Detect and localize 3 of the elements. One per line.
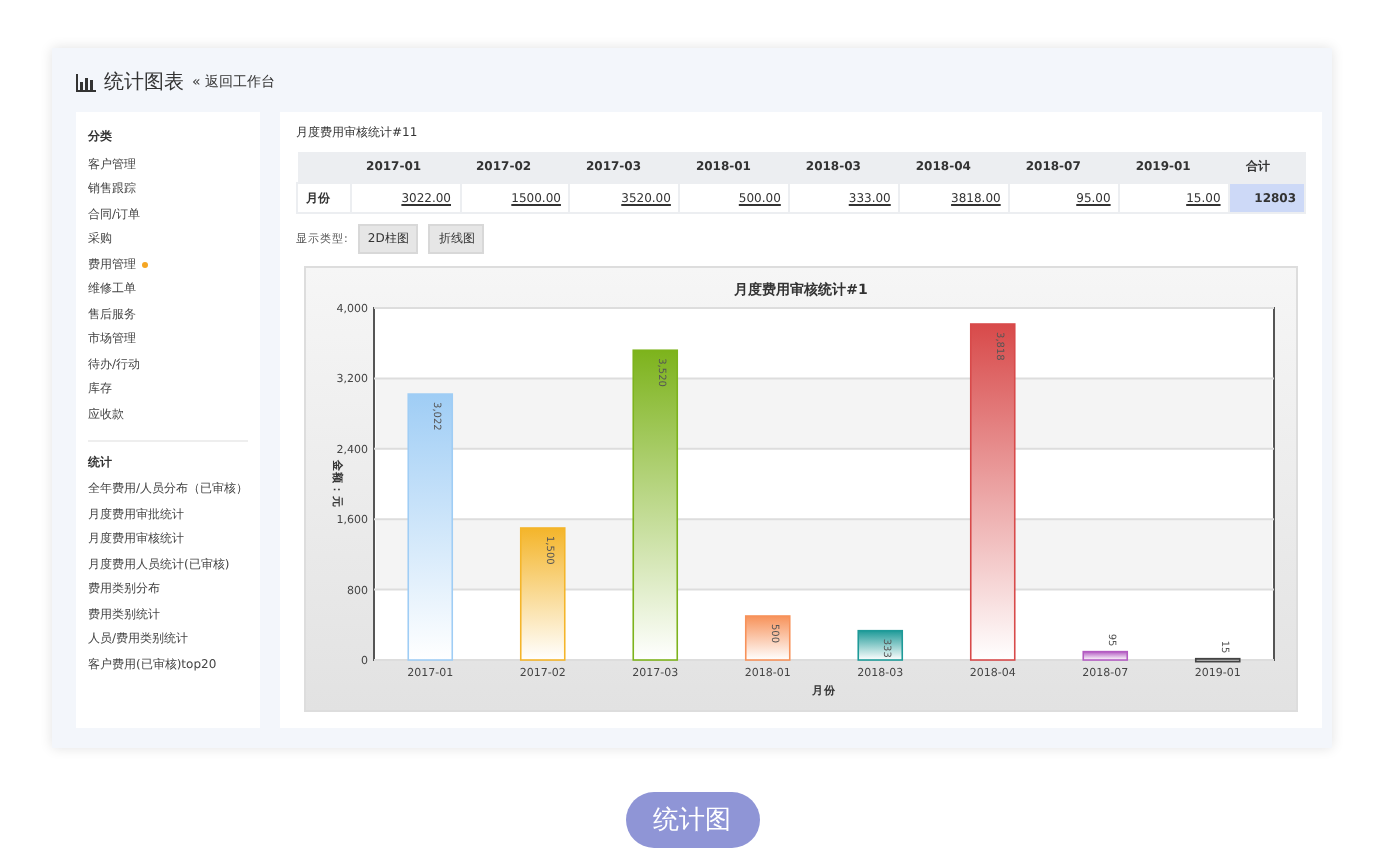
- page-title: 统计图表: [104, 69, 184, 96]
- caption-badge: 统计图: [625, 792, 759, 848]
- bar-chart-icon: [76, 73, 96, 91]
